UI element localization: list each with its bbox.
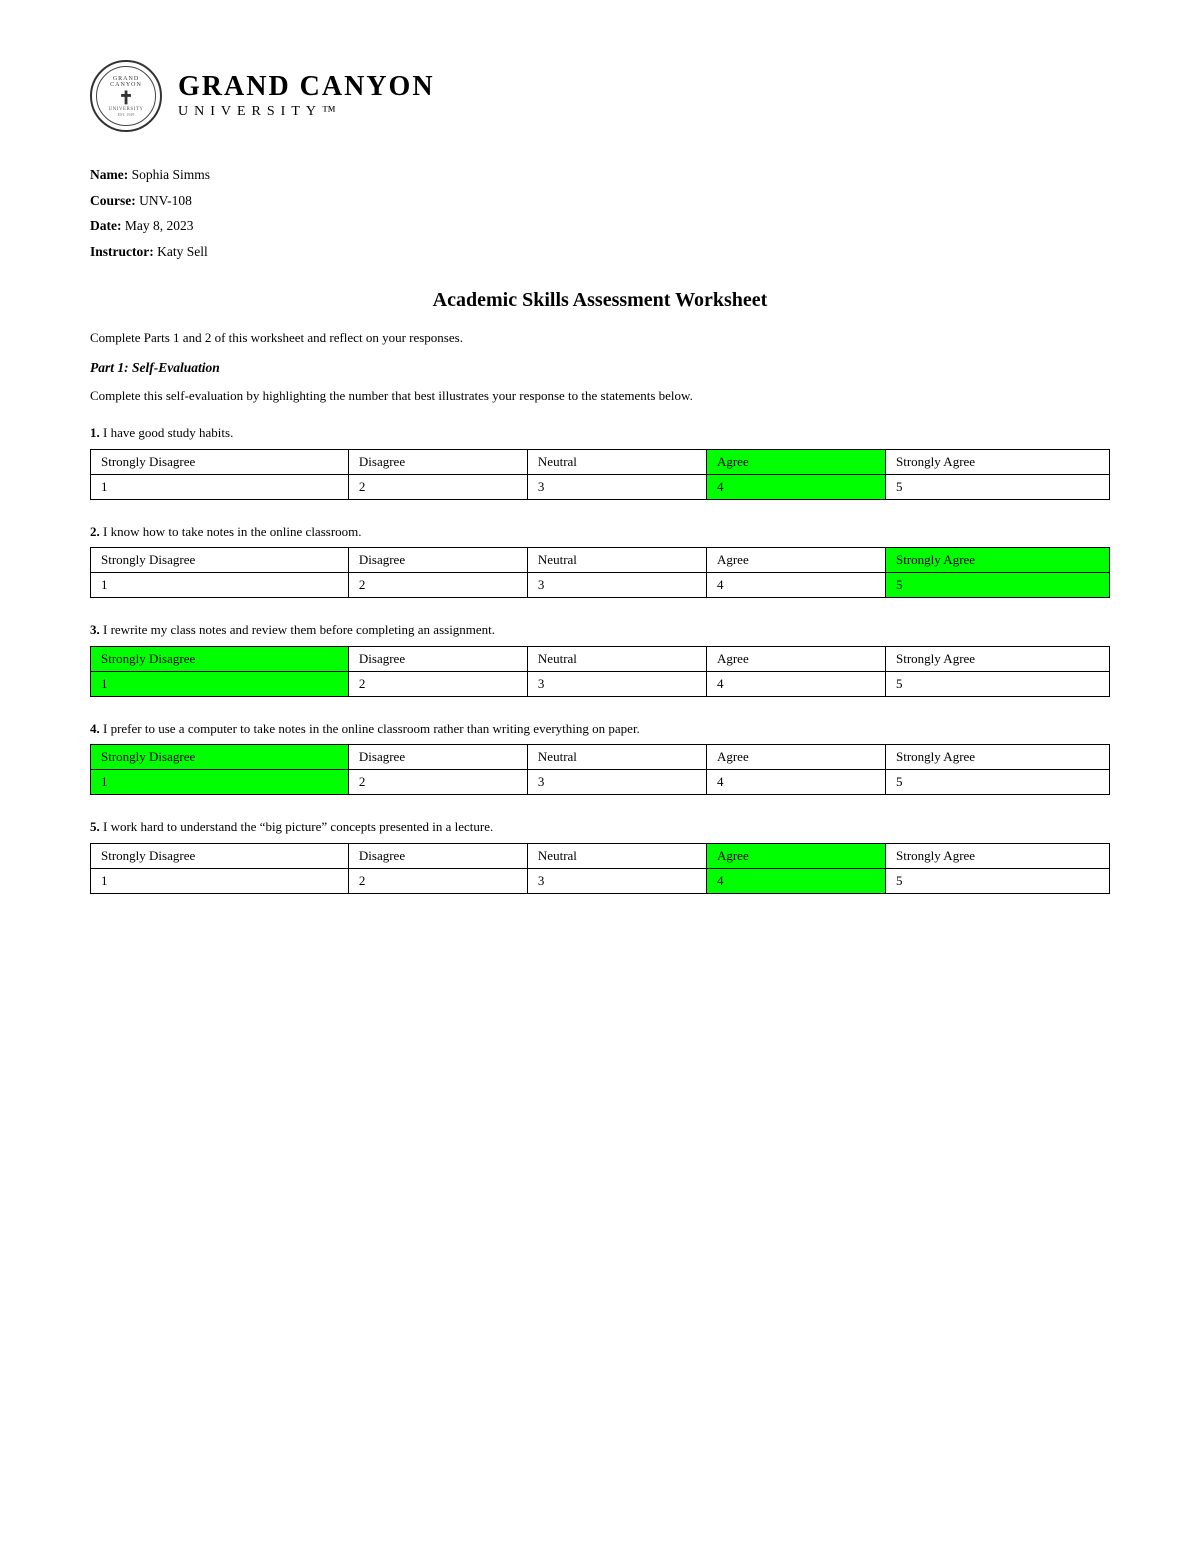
question-2: 2. I know how to take notes in the onlin…	[90, 522, 1110, 599]
q1-value-1: 2	[348, 474, 527, 499]
q5-header-3: Agree	[706, 843, 885, 868]
university-name-line2: UNIVERSITY™	[178, 104, 435, 120]
date-field: Date: May 8, 2023	[90, 213, 1110, 239]
q2-value-1: 2	[348, 573, 527, 598]
part1-heading: Part 1: Self-Evaluation	[90, 360, 1110, 376]
q5-value-3: 4	[706, 868, 885, 893]
university-logo: GRAND CANYON ✝ UNIVERSITY EST. 1949	[90, 60, 162, 132]
q3-value-0: 1	[91, 671, 349, 696]
questions-container: 1. I have good study habits. Strongly Dis…	[90, 423, 1110, 894]
q2-header-0: Strongly Disagree	[91, 548, 349, 573]
q3-value-4: 5	[885, 671, 1109, 696]
q1-header-4: Strongly Agree	[885, 449, 1109, 474]
question-2-table: Strongly DisagreeDisagreeNeutralAgreeStr…	[90, 547, 1110, 598]
q5-value-1: 2	[348, 868, 527, 893]
q1-header-3: Agree	[706, 449, 885, 474]
q1-header-0: Strongly Disagree	[91, 449, 349, 474]
question-4: 4. I prefer to use a computer to take no…	[90, 719, 1110, 796]
q4-header-2: Neutral	[527, 745, 706, 770]
q4-value-4: 5	[885, 770, 1109, 795]
q2-value-4: 5	[885, 573, 1109, 598]
date-label: Date:	[90, 218, 121, 233]
q4-value-1: 2	[348, 770, 527, 795]
instructor-field: Instructor: Katy Sell	[90, 239, 1110, 265]
q5-header-2: Neutral	[527, 843, 706, 868]
q4-header-4: Strongly Agree	[885, 745, 1109, 770]
course-value: UNV-108	[139, 193, 192, 208]
page-title: Academic Skills Assessment Worksheet	[90, 289, 1110, 312]
instructor-label: Instructor:	[90, 244, 154, 259]
q4-value-3: 4	[706, 770, 885, 795]
name-field: Name: Sophia Simms	[90, 162, 1110, 188]
question-5-table: Strongly DisagreeDisagreeNeutralAgreeStr…	[90, 843, 1110, 894]
university-name-line1: GRAND CANYON	[178, 72, 435, 103]
q3-header-2: Neutral	[527, 646, 706, 671]
q5-header-0: Strongly Disagree	[91, 843, 349, 868]
q3-value-3: 4	[706, 671, 885, 696]
question-4-table: Strongly DisagreeDisagreeNeutralAgreeStr…	[90, 744, 1110, 795]
q5-value-4: 5	[885, 868, 1109, 893]
question-1-text: 1. I have good study habits.	[90, 423, 1110, 443]
question-1: 1. I have good study habits. Strongly Dis…	[90, 423, 1110, 500]
q3-header-0: Strongly Disagree	[91, 646, 349, 671]
question-3-text: 3. I rewrite my class notes and review t…	[90, 620, 1110, 640]
question-2-text: 2. I know how to take notes in the onlin…	[90, 522, 1110, 542]
date-value: May 8, 2023	[125, 218, 194, 233]
q2-header-4: Strongly Agree	[885, 548, 1109, 573]
q2-header-3: Agree	[706, 548, 885, 573]
question-3: 3. I rewrite my class notes and review t…	[90, 620, 1110, 697]
question-5-text: 5. I work hard to understand the “big pi…	[90, 817, 1110, 837]
q1-value-0: 1	[91, 474, 349, 499]
q3-header-1: Disagree	[348, 646, 527, 671]
q4-header-3: Agree	[706, 745, 885, 770]
question-4-text: 4. I prefer to use a computer to take no…	[90, 719, 1110, 739]
question-3-table: Strongly DisagreeDisagreeNeutralAgreeStr…	[90, 646, 1110, 697]
q4-header-0: Strongly Disagree	[91, 745, 349, 770]
q3-header-3: Agree	[706, 646, 885, 671]
q5-value-0: 1	[91, 868, 349, 893]
q2-header-1: Disagree	[348, 548, 527, 573]
q1-value-4: 5	[885, 474, 1109, 499]
name-value: Sophia Simms	[132, 167, 210, 182]
course-label: Course:	[90, 193, 136, 208]
meta-info: Name: Sophia Simms Course: UNV-108 Date:…	[90, 162, 1110, 265]
q3-header-4: Strongly Agree	[885, 646, 1109, 671]
q4-value-0: 1	[91, 770, 349, 795]
part1-instruction: Complete this self-evaluation by highlig…	[90, 386, 1110, 406]
q5-value-2: 3	[527, 868, 706, 893]
q1-header-2: Neutral	[527, 449, 706, 474]
header: GRAND CANYON ✝ UNIVERSITY EST. 1949 GRAN…	[90, 60, 1110, 132]
question-1-table: Strongly DisagreeDisagreeNeutralAgreeStr…	[90, 449, 1110, 500]
q1-header-1: Disagree	[348, 449, 527, 474]
q5-header-1: Disagree	[348, 843, 527, 868]
q1-value-2: 3	[527, 474, 706, 499]
university-name: GRAND CANYON UNIVERSITY™	[178, 72, 435, 121]
q2-value-2: 3	[527, 573, 706, 598]
main-instruction: Complete Parts 1 and 2 of this worksheet…	[90, 330, 1110, 346]
q3-value-2: 3	[527, 671, 706, 696]
question-5: 5. I work hard to understand the “big pi…	[90, 817, 1110, 894]
name-label: Name:	[90, 167, 128, 182]
q2-header-2: Neutral	[527, 548, 706, 573]
q2-value-0: 1	[91, 573, 349, 598]
course-field: Course: UNV-108	[90, 188, 1110, 214]
part1: Part 1: Self-Evaluation Complete this se…	[90, 360, 1110, 894]
q2-value-3: 4	[706, 573, 885, 598]
q3-value-1: 2	[348, 671, 527, 696]
q4-value-2: 3	[527, 770, 706, 795]
q1-value-3: 4	[706, 474, 885, 499]
q5-header-4: Strongly Agree	[885, 843, 1109, 868]
q4-header-1: Disagree	[348, 745, 527, 770]
instructor-value: Katy Sell	[157, 244, 208, 259]
